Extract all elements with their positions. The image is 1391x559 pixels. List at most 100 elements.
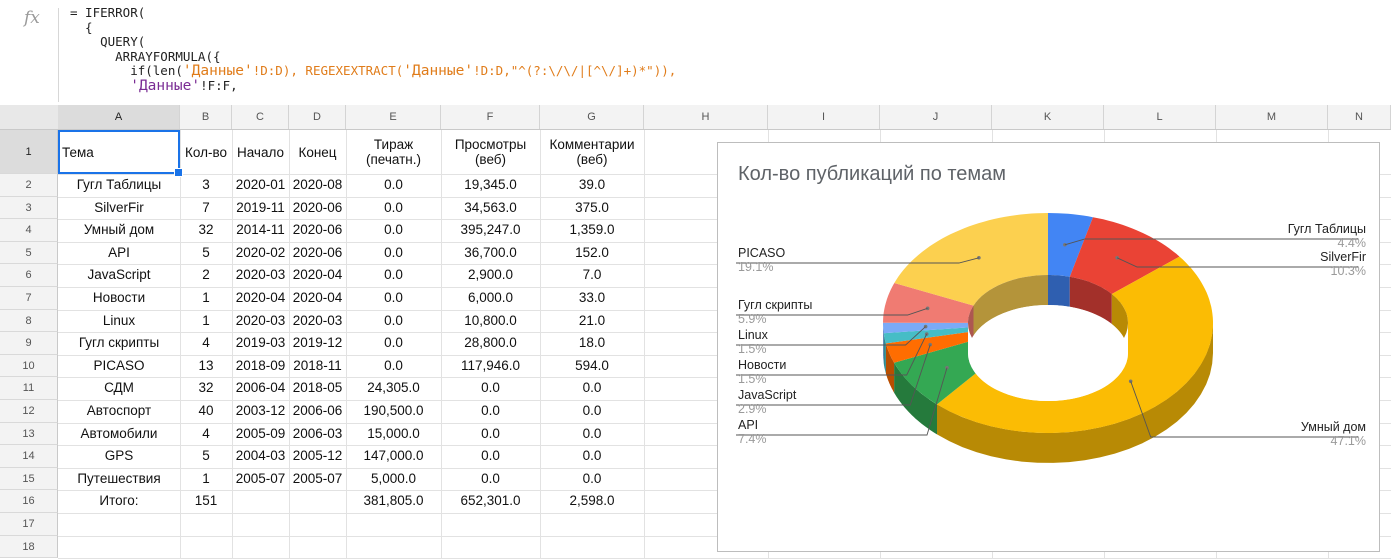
cell-e9[interactable]: 0.0 (346, 332, 441, 355)
cell-e3[interactable]: 0.0 (346, 197, 441, 220)
cell-b10[interactable]: 13 (180, 355, 232, 378)
cell-a12[interactable]: Автоспорт (58, 400, 180, 423)
cell-f2[interactable]: 19,345.0 (441, 174, 540, 197)
cell-b6[interactable]: 2 (180, 264, 232, 287)
cell-f5[interactable]: 36,700.0 (441, 242, 540, 265)
cell-a10[interactable]: PICASO (58, 355, 180, 378)
cell-a6[interactable]: JavaScript (58, 264, 180, 287)
cell-g5[interactable]: 152.0 (540, 242, 644, 265)
cell-b3[interactable]: 7 (180, 197, 232, 220)
cell-f12[interactable]: 0.0 (441, 400, 540, 423)
formula-text[interactable]: = IFERROR( { QUERY( ARRAYFORMULA({ if(le… (70, 5, 676, 93)
cell-d4[interactable]: 2020-06 (289, 219, 346, 242)
cell-c3[interactable]: 2019-11 (232, 197, 289, 220)
select-all-corner[interactable] (0, 105, 59, 129)
cell-a8[interactable]: Linux (58, 310, 180, 333)
cell-d14[interactable]: 2005-12 (289, 445, 346, 468)
cell-g9[interactable]: 18.0 (540, 332, 644, 355)
fill-handle[interactable] (174, 168, 183, 177)
row-header-18[interactable]: 18 (0, 535, 58, 559)
cell-c12[interactable]: 2003-12 (232, 400, 289, 423)
cell-f4[interactable]: 395,247.0 (441, 219, 540, 242)
cell-e13[interactable]: 15,000.0 (346, 423, 441, 446)
cell-c1[interactable]: Начало (232, 130, 289, 174)
row-header-14[interactable]: 14 (0, 445, 58, 468)
row-header-10[interactable]: 10 (0, 354, 58, 378)
cell-f8[interactable]: 10,800.0 (441, 310, 540, 333)
cell-a13[interactable]: Автомобили (58, 423, 180, 446)
row-header-1[interactable]: 1 (0, 130, 58, 174)
column-header-n[interactable]: N (1328, 105, 1391, 129)
cell-d12[interactable]: 2006-06 (289, 400, 346, 423)
cell-d3[interactable]: 2020-06 (289, 197, 346, 220)
cell-e6[interactable]: 0.0 (346, 264, 441, 287)
cell-e1[interactable]: Тираж (печатн.) (346, 130, 441, 174)
cell-g4[interactable]: 1,359.0 (540, 219, 644, 242)
cell-g13[interactable]: 0.0 (540, 423, 644, 446)
cell-g8[interactable]: 21.0 (540, 310, 644, 333)
cell-b9[interactable]: 4 (180, 332, 232, 355)
cell-f1[interactable]: Просмотры (веб) (441, 130, 540, 174)
column-header-k[interactable]: K (992, 105, 1104, 129)
cell-b11[interactable]: 32 (180, 377, 232, 400)
cell-b13[interactable]: 4 (180, 423, 232, 446)
cell-f11[interactable]: 0.0 (441, 377, 540, 400)
cell-e15[interactable]: 5,000.0 (346, 468, 441, 491)
column-header-e[interactable]: E (346, 105, 441, 129)
column-header-h[interactable]: H (644, 105, 768, 129)
row-header-13[interactable]: 13 (0, 422, 58, 446)
cell-c13[interactable]: 2005-09 (232, 423, 289, 446)
cell-f15[interactable]: 0.0 (441, 468, 540, 491)
cell-b8[interactable]: 1 (180, 310, 232, 333)
cell-e16[interactable]: 381,805.0 (346, 490, 441, 513)
cell-g7[interactable]: 33.0 (540, 287, 644, 310)
cell-g2[interactable]: 39.0 (540, 174, 644, 197)
cell-a14[interactable]: GPS (58, 445, 180, 468)
cell-g12[interactable]: 0.0 (540, 400, 644, 423)
cell-f9[interactable]: 28,800.0 (441, 332, 540, 355)
cell-e8[interactable]: 0.0 (346, 310, 441, 333)
row-header-3[interactable]: 3 (0, 196, 58, 220)
cell-c14[interactable]: 2004-03 (232, 445, 289, 468)
cell-b2[interactable]: 3 (180, 174, 232, 197)
row-header-11[interactable]: 11 (0, 377, 58, 400)
row-header-7[interactable]: 7 (0, 287, 58, 310)
cell-a15[interactable]: Путешествия (58, 468, 180, 491)
cell-d13[interactable]: 2006-03 (289, 423, 346, 446)
row-header-4[interactable]: 4 (0, 219, 58, 242)
cell-b1[interactable]: Кол-во (180, 130, 232, 174)
cell-c10[interactable]: 2018-09 (232, 355, 289, 378)
cell-a16[interactable]: Итого: (58, 490, 180, 513)
cell-e11[interactable]: 24,305.0 (346, 377, 441, 400)
row-header-6[interactable]: 6 (0, 264, 58, 287)
row-header-17[interactable]: 17 (0, 513, 58, 536)
pie-chart[interactable]: Кол-во публикаций по темам Гугл Таблицы 4… (717, 142, 1380, 552)
row-header-15[interactable]: 15 (0, 467, 58, 491)
cell-b5[interactable]: 5 (180, 242, 232, 265)
cell-f13[interactable]: 0.0 (441, 423, 540, 446)
cell-g3[interactable]: 375.0 (540, 197, 644, 220)
column-header-c[interactable]: C (232, 105, 289, 129)
cell-d11[interactable]: 2018-05 (289, 377, 346, 400)
cell-d15[interactable]: 2005-07 (289, 468, 346, 491)
cell-b16[interactable]: 151 (180, 490, 232, 513)
row-header-8[interactable]: 8 (0, 309, 58, 333)
row-header-12[interactable]: 12 (0, 400, 58, 423)
cell-g6[interactable]: 7.0 (540, 264, 644, 287)
cell-c8[interactable]: 2020-03 (232, 310, 289, 333)
cell-f14[interactable]: 0.0 (441, 445, 540, 468)
cell-g10[interactable]: 594.0 (540, 355, 644, 378)
cell-c9[interactable]: 2019-03 (232, 332, 289, 355)
cell-b4[interactable]: 32 (180, 219, 232, 242)
cell-d2[interactable]: 2020-08 (289, 174, 346, 197)
cell-f16[interactable]: 652,301.0 (441, 490, 540, 513)
cell-a3[interactable]: SilverFir (58, 197, 180, 220)
cell-a11[interactable]: СДМ (58, 377, 180, 400)
cell-d1[interactable]: Конец (289, 130, 346, 174)
row-header-2[interactable]: 2 (0, 174, 58, 197)
cell-c5[interactable]: 2020-02 (232, 242, 289, 265)
selected-cell-A1[interactable] (58, 130, 180, 174)
row-header-9[interactable]: 9 (0, 332, 58, 355)
cell-c7[interactable]: 2020-04 (232, 287, 289, 310)
cell-f10[interactable]: 117,946.0 (441, 355, 540, 378)
